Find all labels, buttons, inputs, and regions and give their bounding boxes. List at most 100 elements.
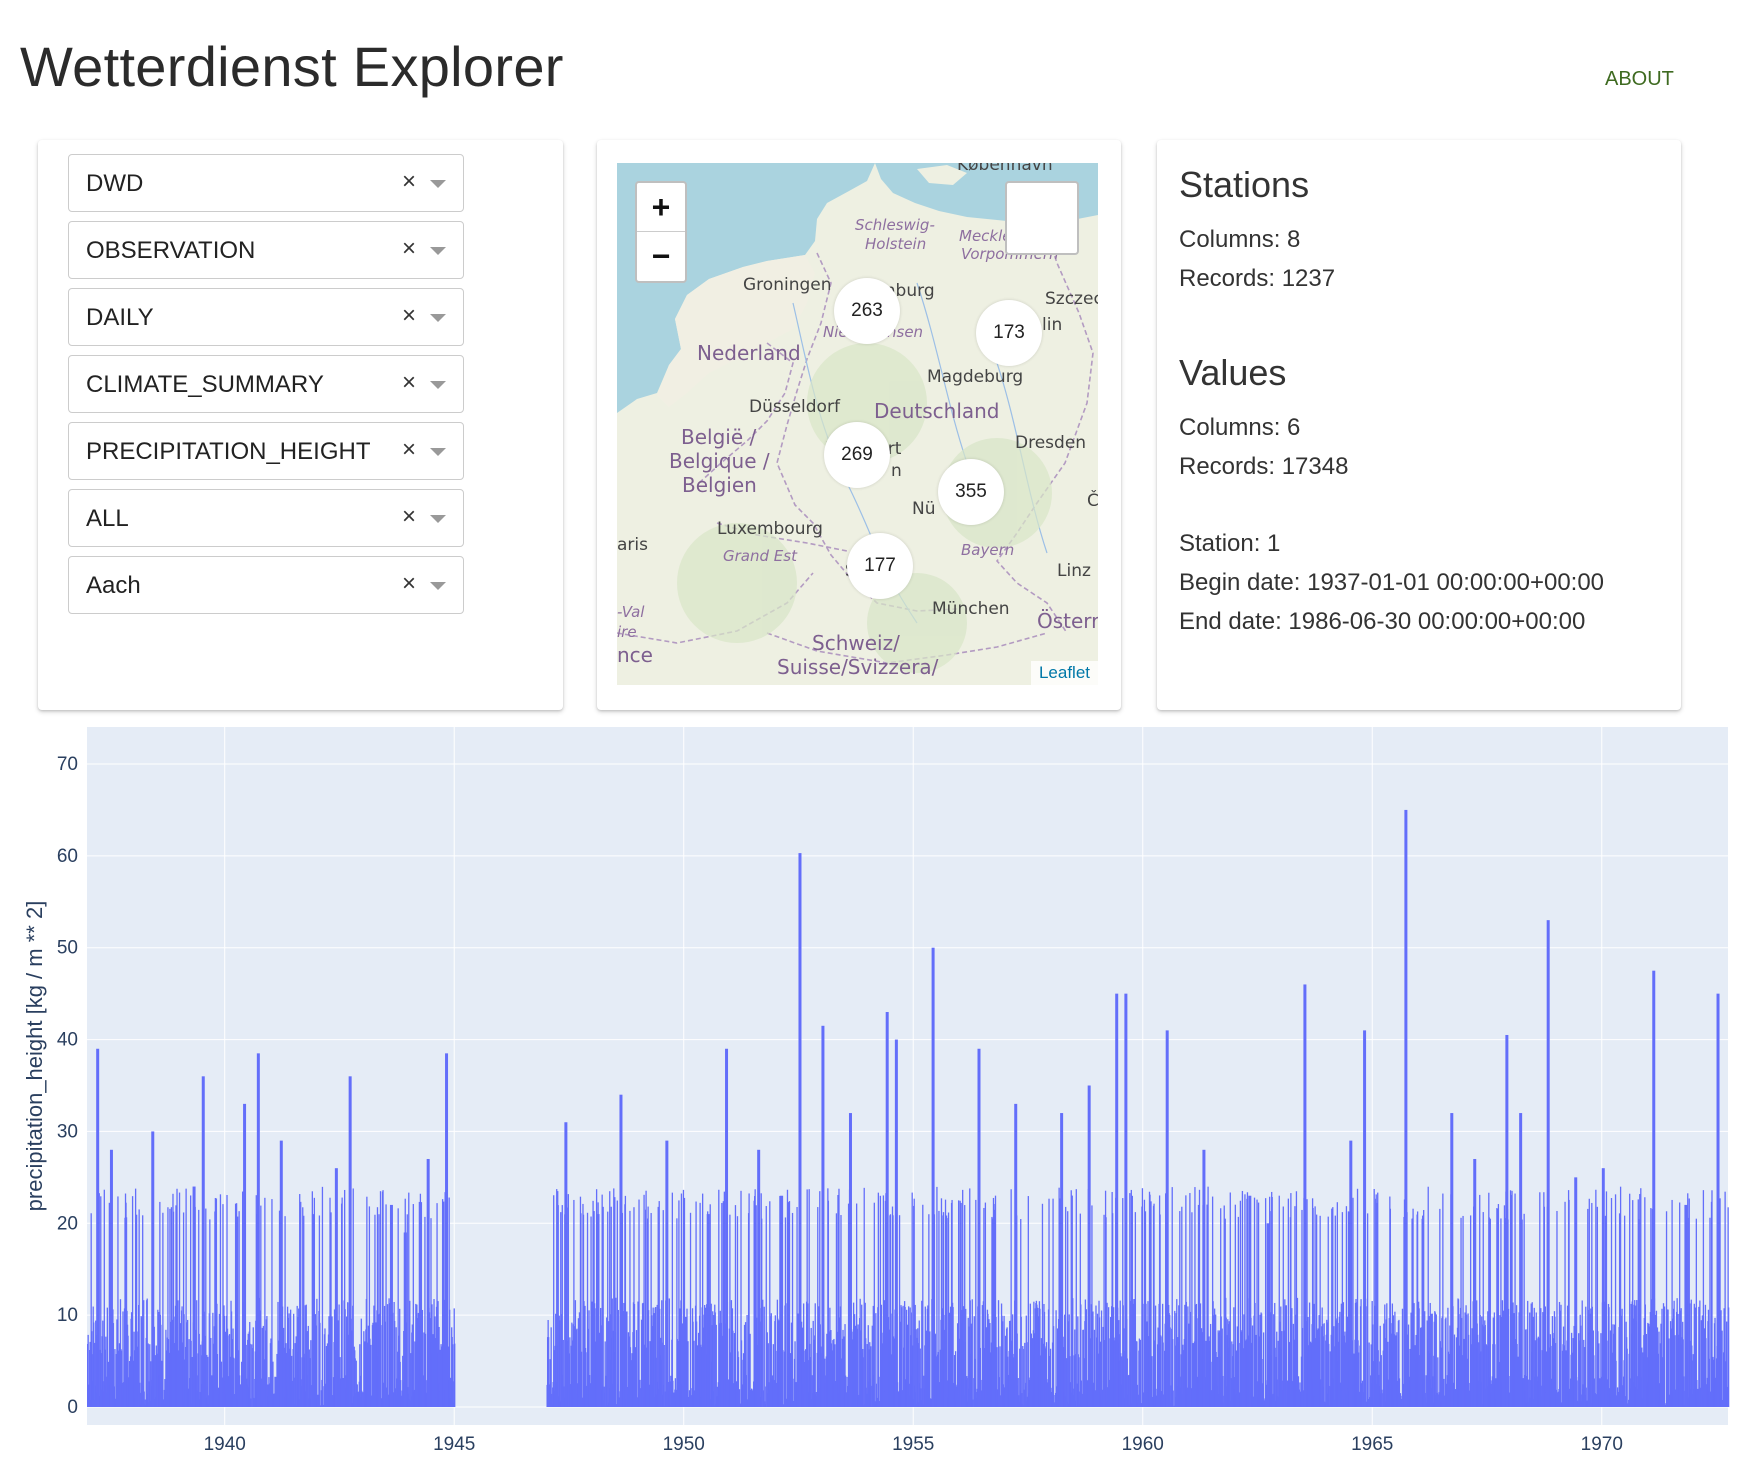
chevron-down-icon[interactable] (430, 180, 446, 188)
cluster-marker[interactable]: 263 (834, 278, 900, 344)
precipitation-chart[interactable]: 1940 1945 1950 1955 1960 1965 1970 0 10 20 30 40 50 6… (0, 722, 1744, 1480)
stations-records: Records: 1237 (1179, 265, 1336, 292)
station-map[interactable]: Schleswig- Holstein Meckle Vorpommern Gr… (617, 163, 1098, 685)
chevron-down-icon[interactable] (430, 381, 446, 389)
bar (114, 1349, 116, 1407)
dataset-dropdown[interactable]: CLIMATE_SUMMARY × (68, 355, 464, 413)
bar (341, 1197, 343, 1407)
provider-dropdown[interactable]: DWD × (68, 154, 464, 212)
dropdown-value: OBSERVATION (86, 237, 256, 264)
dropdown-value: DWD (86, 170, 144, 197)
values-columns: Columns: 6 (1179, 414, 1301, 441)
bar (1319, 1215, 1321, 1407)
x-tick-label: 1965 (1351, 1434, 1393, 1455)
end-date: End date: 1986-06-30 00:00:00+00:00 (1179, 608, 1586, 635)
bar (279, 1140, 283, 1407)
bar (1139, 1339, 1142, 1407)
y-axis-title: precipitation_height [kg / m ** 2] (22, 901, 47, 1212)
clear-icon[interactable]: × (402, 302, 416, 330)
zoom-out-button[interactable]: − (637, 232, 685, 281)
map-label: Belgien (682, 473, 757, 497)
clear-icon[interactable]: × (402, 369, 416, 397)
clear-icon[interactable]: × (402, 570, 416, 598)
bar (1623, 1215, 1626, 1407)
map-label: Suisse/Svizzera/ (777, 655, 939, 679)
bar (821, 1025, 825, 1407)
bar (635, 1330, 638, 1407)
bar (1248, 1195, 1252, 1407)
chevron-down-icon[interactable] (430, 582, 446, 590)
x-tick-label: 1955 (892, 1434, 934, 1455)
bar (316, 1298, 318, 1407)
map-label: nce (617, 643, 653, 667)
bar (201, 1076, 205, 1407)
network-dropdown[interactable]: OBSERVATION × (68, 221, 464, 279)
chart-svg[interactable]: 1940 1945 1950 1955 1960 1965 1970 0 10 20 30 40 50 6… (0, 722, 1744, 1480)
map-label: Grand Est (723, 547, 797, 565)
chevron-down-icon[interactable] (430, 314, 446, 322)
bar (757, 1149, 761, 1407)
bar (1060, 1113, 1064, 1407)
app-title: Wetterdienst Explorer (20, 35, 564, 98)
bar (1568, 1199, 1570, 1407)
map-label: Deutschland (874, 399, 1000, 423)
map-label: Belgique / (669, 449, 770, 473)
period-dropdown[interactable]: ALL × (68, 489, 464, 547)
bar (426, 1158, 430, 1407)
bar (331, 1316, 333, 1407)
bar (143, 1300, 145, 1407)
bar (931, 947, 935, 1407)
leaflet-attribution-link[interactable]: Leaflet (1030, 661, 1098, 685)
stats-card: Stations Columns: 8 Records: 1237 Values… (1157, 140, 1681, 710)
values-heading: Values (1179, 352, 1287, 393)
bar (385, 1204, 387, 1407)
map-label: Magdeburg (927, 367, 1024, 387)
bar (873, 1202, 875, 1407)
bar (1172, 1390, 1174, 1407)
y-tick-label: 60 (57, 846, 78, 867)
bar (763, 1306, 765, 1407)
clear-icon[interactable]: × (402, 436, 416, 464)
bar (1595, 1189, 1597, 1407)
clear-icon[interactable]: × (402, 168, 416, 196)
bar (1728, 1307, 1730, 1407)
parameter-dropdown[interactable]: PRECIPITATION_HEIGHT × (68, 422, 464, 480)
station-dropdown[interactable]: Aach × (68, 556, 464, 614)
bar (564, 1122, 568, 1407)
chevron-down-icon[interactable] (430, 448, 446, 456)
bar (1115, 993, 1119, 1407)
bar (1629, 1193, 1631, 1407)
chevron-down-icon[interactable] (430, 515, 446, 523)
bar (109, 1149, 113, 1407)
bar (1124, 993, 1128, 1407)
zoom-in-button[interactable]: + (637, 183, 685, 232)
bar (1266, 1223, 1270, 1407)
bar (689, 1212, 692, 1407)
cluster-marker[interactable]: 177 (847, 533, 913, 599)
map-overlay-box[interactable] (1005, 181, 1079, 255)
map-label: België / (681, 425, 757, 449)
bar (1237, 1216, 1240, 1407)
resolution-dropdown[interactable]: DAILY × (68, 288, 464, 346)
clear-icon[interactable]: × (402, 235, 416, 263)
cluster-marker[interactable]: 269 (824, 422, 890, 488)
bar (671, 1192, 674, 1407)
y-tick-label: 70 (57, 754, 78, 775)
bar (734, 1205, 737, 1407)
about-link[interactable]: ABOUT (1605, 68, 1674, 91)
cluster-marker[interactable]: 173 (976, 300, 1042, 366)
chevron-down-icon[interactable] (430, 247, 446, 255)
map-label: Nü (912, 499, 936, 519)
bar (1141, 1188, 1144, 1407)
bar (596, 1214, 600, 1407)
y-tick-label: 10 (57, 1305, 78, 1326)
map-label: Szczec (1045, 289, 1098, 309)
map-card: Schleswig- Holstein Meckle Vorpommern Gr… (597, 140, 1121, 710)
map-label: n (891, 461, 902, 481)
x-tick-label: 1945 (433, 1434, 475, 1455)
map-label: Schweiz/ (812, 631, 900, 655)
bar (929, 1331, 931, 1407)
bar (151, 1131, 155, 1407)
cluster-marker[interactable]: 355 (938, 459, 1004, 525)
clear-icon[interactable]: × (402, 503, 416, 531)
